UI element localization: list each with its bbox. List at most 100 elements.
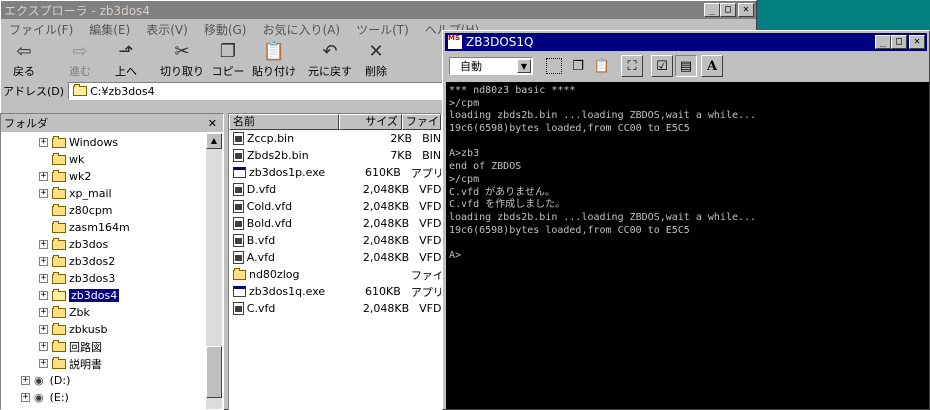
file-row[interactable]: nd80zlog ファイ [229,266,441,283]
scroll-thumb[interactable] [206,346,222,398]
toolbar-button[interactable]: 📋 貼り付け [251,41,297,79]
menu-item[interactable]: ファイル(F) [1,21,81,38]
file-row[interactable]: C.vfd 2,048KB VFD [229,300,441,317]
expand-icon[interactable]: + [39,308,48,317]
font-icon[interactable]: A [701,55,723,77]
expand-icon[interactable]: + [39,274,48,283]
tree-item[interactable]: + 説明書 [1,355,205,372]
column-size[interactable]: サイズ [339,114,402,130]
file-size: 610KB [365,166,401,179]
expand-icon[interactable]: + [21,393,30,402]
arrow-right-icon: ⇨ [72,41,88,62]
explorer-title: エクスプローラ - zb3dos4 [4,3,150,18]
paste-icon[interactable]: 📋 [591,55,613,77]
mark-icon[interactable] [543,55,565,77]
file-row[interactable]: Cold.vfd 2,048KB VFD [229,198,441,215]
column-type[interactable]: ファイ [401,114,441,130]
file-row[interactable]: Zccp.bin 2KB BIN [229,130,441,147]
cd-drive-icon: ◉ [34,374,44,387]
copy-icon[interactable]: ❐ [567,55,589,77]
properties-icon[interactable]: ☑ [651,55,673,77]
tree-item[interactable]: + zb3dos2 [1,253,205,270]
file-row[interactable]: Zbds2b.bin 7KB BIN [229,147,441,164]
tree-item[interactable]: + zb3dos [1,236,205,253]
file-size: 2,048KB [362,302,410,315]
tree-item[interactable]: + Windows [1,134,205,151]
address-value: C:¥zb3dos4 [90,84,155,98]
file-name: Cold.vfd [246,200,293,213]
scissors-icon: ✂ [174,41,190,62]
expand-icon[interactable]: + [39,342,48,351]
console-screen[interactable]: *** nd80z3 basic **** >/cpm loading zbds2b… [446,82,929,409]
toolbar-button[interactable]: ⇨ 進む [57,41,103,79]
menu-item[interactable]: お気に入り(A) [254,21,348,38]
tree-item[interactable]: + wk2 [1,168,205,185]
tree-item[interactable]: wk [1,151,205,168]
expand-icon[interactable]: + [39,172,48,181]
fullscreen-icon[interactable]: ⛶ [621,55,643,77]
file-row[interactable]: Bold.vfd 2,048KB VFD [229,215,441,232]
scroll-up-button[interactable]: ▲ [206,133,222,149]
console-titlebar[interactable]: MS ZB3DOS1Q _ □ ✕ [445,33,927,51]
expand-icon[interactable]: + [21,376,30,385]
console-title: ZB3DOS1Q [466,35,534,49]
folder-icon [52,169,66,182]
tree-item[interactable]: + zb3dos3 [1,270,205,287]
tree-item[interactable]: + zb3dos4 [1,287,205,304]
toolbar-button[interactable]: ✂ 切り取り [159,41,205,79]
toolbar-button[interactable]: ↶ 元に戻す [307,41,353,79]
tree-item[interactable]: + Zbk [1,304,205,321]
expand-icon[interactable]: + [39,138,48,147]
file-row[interactable]: D.vfd 2,048KB VFD [229,181,441,198]
file-name: D.vfd [246,183,277,196]
explorer-titlebar[interactable]: エクスプローラ - zb3dos4 _ □ ✕ [1,1,756,19]
console-line: 19c6(6598)bytes loaded,from CC00 to E5C5 [449,224,690,236]
file-row[interactable]: zb3dos1q.exe 610KB アプリ [229,283,441,300]
menu-item[interactable]: 移動(G) [196,21,255,38]
toolbar-button[interactable]: ❐ コピー [205,41,251,79]
console-close-button[interactable]: ✕ [909,35,925,49]
tree-item[interactable]: z80cpm [1,202,205,219]
file-row[interactable]: A.vfd 2,048KB VFD [229,249,441,266]
tree-drive-item[interactable]: + ◉ (D:) [1,372,205,389]
maximize-button[interactable]: □ [720,3,736,17]
close-pane-icon[interactable]: ✕ [208,117,217,130]
tree-drive-item[interactable]: + ◉ (E:) [1,389,205,406]
console-maximize-button[interactable]: □ [891,35,907,49]
file-name: Zbds2b.bin [246,149,309,162]
menu-item[interactable]: ツール(T) [348,21,417,38]
close-button[interactable]: ✕ [738,3,754,17]
tree-item[interactable]: + zbkusb [1,321,205,338]
folder-icon [52,152,66,165]
tree-item[interactable]: + xp_mail [1,185,205,202]
tree-item[interactable]: + 回路図 [1,338,205,355]
expand-icon[interactable]: + [39,189,48,198]
console-line: 19c6(6598)bytes loaded,from CC00 to E5C5 [449,123,690,135]
copy-icon: ❐ [219,41,237,62]
file-row[interactable]: zb3dos1p.exe 610KB アプリ [229,164,441,181]
file-row[interactable]: B.vfd 2,048KB VFD [229,232,441,249]
console-toolbar: 自動 ▼ ❐ 📋 ⛶ ☑ ▤ A [443,51,929,81]
column-name[interactable]: 名前 [229,114,340,130]
console-minimize-button[interactable]: _ [875,35,891,49]
expand-icon[interactable]: + [39,240,48,249]
toolbar-button[interactable]: ✕ 削除 [353,41,399,79]
tree-scrollbar[interactable]: ▲ [206,133,222,409]
expand-icon[interactable]: + [39,291,48,300]
menu-item[interactable]: 編集(E) [81,21,138,38]
toolbar-button[interactable]: ⬏ 上へ [103,41,149,79]
tree-item[interactable]: zasm164m [1,219,205,236]
minimize-button[interactable]: _ [704,3,720,17]
toolbar-button-label: 切り取り [160,65,204,78]
chevron-down-icon[interactable]: ▼ [517,59,531,73]
delete-icon: ✕ [368,41,384,62]
console-window: MS ZB3DOS1Q _ □ ✕ 自動 ▼ ❐ 📋 ⛶ ☑ ▤ A *** n… [442,30,930,410]
expand-icon[interactable]: + [39,325,48,334]
background-icon[interactable]: ▤ [675,55,697,77]
file-icon [233,302,244,315]
expand-icon[interactable]: + [39,257,48,266]
menu-item[interactable]: 表示(V) [138,21,196,38]
font-size-select[interactable]: 自動 ▼ [449,57,533,75]
toolbar-button[interactable]: ⇦ 戻る [1,41,47,79]
expand-icon[interactable]: + [39,359,48,368]
